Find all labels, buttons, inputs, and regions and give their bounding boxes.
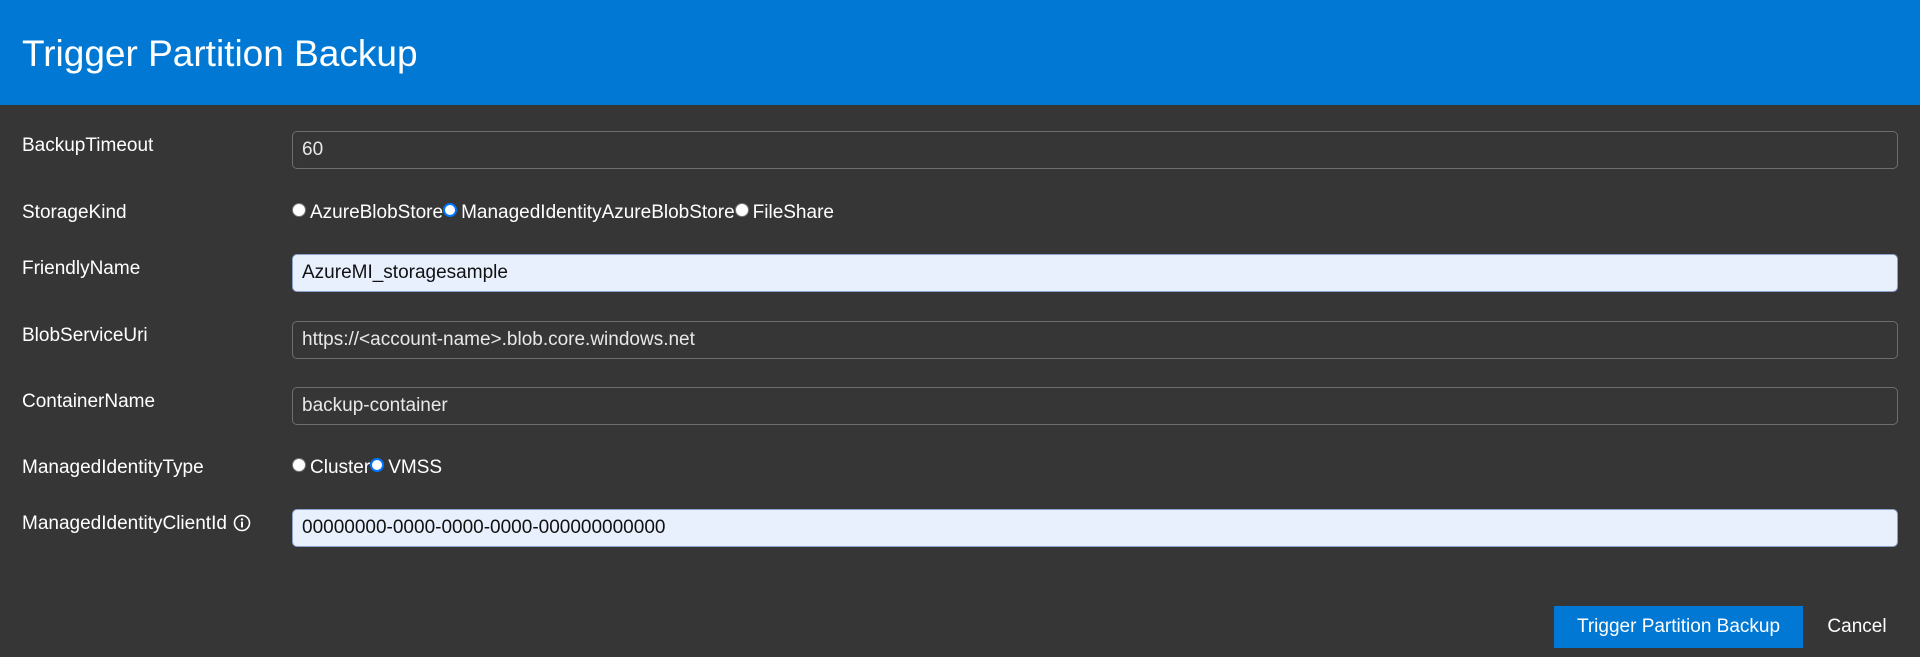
radio-file-share-button[interactable] bbox=[734, 203, 749, 217]
managed-identity-client-id-input[interactable] bbox=[292, 509, 1898, 547]
radio-vmss[interactable]: VMSS bbox=[370, 457, 442, 479]
managed-identity-type-label: ManagedIdentityType bbox=[22, 457, 204, 478]
blob-service-uri-input[interactable] bbox=[292, 321, 1898, 359]
friendly-name-label: FriendlyName bbox=[22, 258, 141, 279]
radio-file-share[interactable]: FileShare bbox=[734, 202, 834, 224]
storage-kind-label: StorageKind bbox=[22, 202, 127, 223]
dialog-header: Trigger Partition Backup bbox=[0, 0, 1920, 105]
backup-timeout-label: BackupTimeout bbox=[22, 135, 154, 156]
radio-azure-blob-store-label[interactable]: AzureBlobStore bbox=[310, 202, 443, 224]
storage-kind-radio-group: AzureBlobStore ManagedIdentityAzureBlobS… bbox=[292, 193, 834, 233]
friendly-name-input[interactable] bbox=[292, 254, 1898, 292]
container-name-label: ContainerName bbox=[22, 391, 156, 412]
radio-cluster-label[interactable]: Cluster bbox=[310, 457, 370, 479]
radio-file-share-label[interactable]: FileShare bbox=[753, 202, 834, 224]
storage-kind-row: StorageKind AzureBlobStore ManagedIdenti… bbox=[0, 193, 1920, 233]
blob-service-uri-label: BlobServiceUri bbox=[22, 325, 148, 346]
radio-vmss-label[interactable]: VMSS bbox=[388, 457, 442, 479]
backup-timeout-row: BackupTimeout bbox=[0, 131, 1920, 171]
managed-identity-client-id-label: ManagedIdentityClientId bbox=[22, 504, 251, 544]
managed-identity-type-row: ManagedIdentityType Cluster VMSS bbox=[0, 448, 1920, 488]
managed-identity-client-id-row: ManagedIdentityClientId bbox=[0, 509, 1920, 549]
blob-service-uri-row: BlobServiceUri bbox=[0, 321, 1920, 361]
friendly-name-row: FriendlyName bbox=[0, 254, 1920, 294]
radio-managed-identity-azure-blob-store-button[interactable] bbox=[443, 203, 458, 217]
dialog-title: Trigger Partition Backup bbox=[22, 33, 418, 74]
radio-managed-identity-azure-blob-store-label[interactable]: ManagedIdentityAzureBlobStore bbox=[461, 202, 735, 224]
radio-managed-identity-azure-blob-store[interactable]: ManagedIdentityAzureBlobStore bbox=[443, 202, 735, 224]
container-name-row: ContainerName bbox=[0, 387, 1920, 427]
radio-azure-blob-store-button[interactable] bbox=[292, 203, 306, 217]
radio-cluster-button[interactable] bbox=[292, 458, 306, 472]
backup-timeout-input[interactable] bbox=[292, 131, 1898, 169]
container-name-input[interactable] bbox=[292, 387, 1898, 425]
radio-vmss-button[interactable] bbox=[370, 458, 385, 472]
info-icon[interactable] bbox=[233, 514, 251, 532]
radio-azure-blob-store[interactable]: AzureBlobStore bbox=[292, 202, 443, 224]
radio-cluster[interactable]: Cluster bbox=[292, 457, 370, 479]
trigger-partition-backup-button[interactable]: Trigger Partition Backup bbox=[1554, 606, 1803, 648]
cancel-button[interactable]: Cancel bbox=[1812, 606, 1902, 648]
managed-identity-type-radio-group: Cluster VMSS bbox=[292, 448, 442, 488]
